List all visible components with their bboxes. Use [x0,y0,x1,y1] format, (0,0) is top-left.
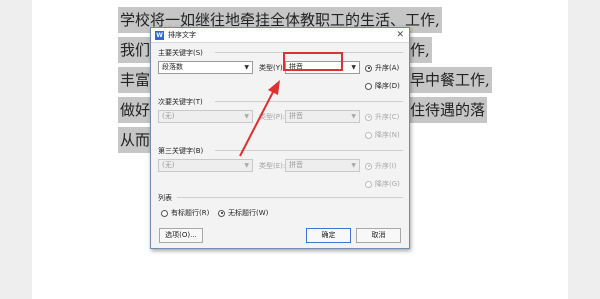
annotation-arrow-icon [239,80,280,157]
